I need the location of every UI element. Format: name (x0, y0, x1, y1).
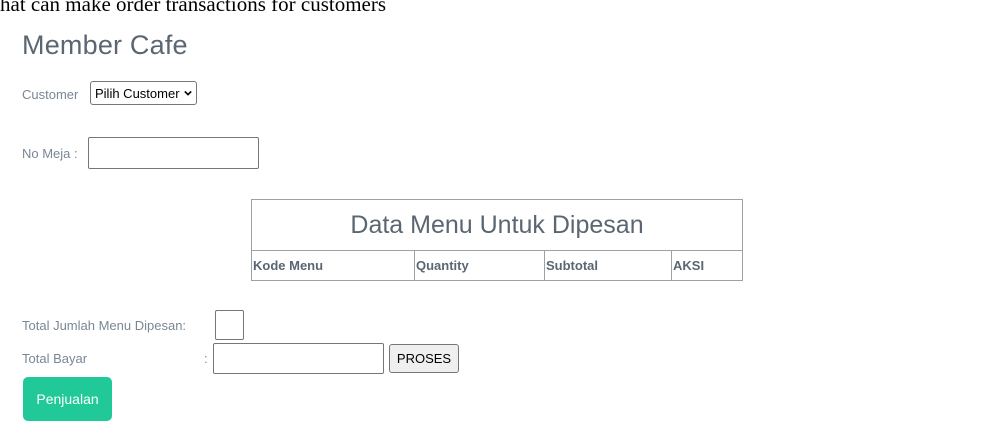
customer-label: Customer (22, 87, 79, 102)
menu-order-table: Data Menu Untuk Dipesan Kode Menu Quanti… (251, 199, 743, 281)
column-header-subtotal: Subtotal (544, 250, 672, 281)
page-title: Member Cafe (22, 30, 188, 60)
column-header-quantity: Quantity (414, 250, 545, 281)
column-header-aksi: AKSI (673, 258, 705, 273)
total-jumlah-label: Total Jumlah Menu Dipesan: (22, 318, 187, 333)
customer-select[interactable]: Pilih Customer (90, 81, 197, 105)
no-meja-input[interactable] (88, 137, 259, 169)
no-meja-label: No Meja : (22, 146, 78, 161)
customer-select-value: Pilih Customer (95, 85, 180, 101)
total-bayar-input[interactable] (213, 343, 384, 374)
column-header-kode-menu: Kode Menu (251, 250, 415, 281)
chevron-down-icon (183, 90, 192, 96)
total-jumlah-input[interactable] (215, 310, 244, 340)
page-caption: hat can make order transactions for cust… (0, 0, 387, 16)
menu-table-title: Data Menu Untuk Dipesan (251, 199, 743, 251)
proses-button[interactable]: PROSES (389, 344, 459, 373)
total-bayar-label: Total Bayar (22, 351, 88, 366)
penjualan-button[interactable]: Penjualan (23, 377, 112, 421)
menu-table-header-row: Kode Menu Quantity Subtotal AKSI (251, 250, 743, 281)
total-bayar-colon: : (204, 351, 208, 366)
